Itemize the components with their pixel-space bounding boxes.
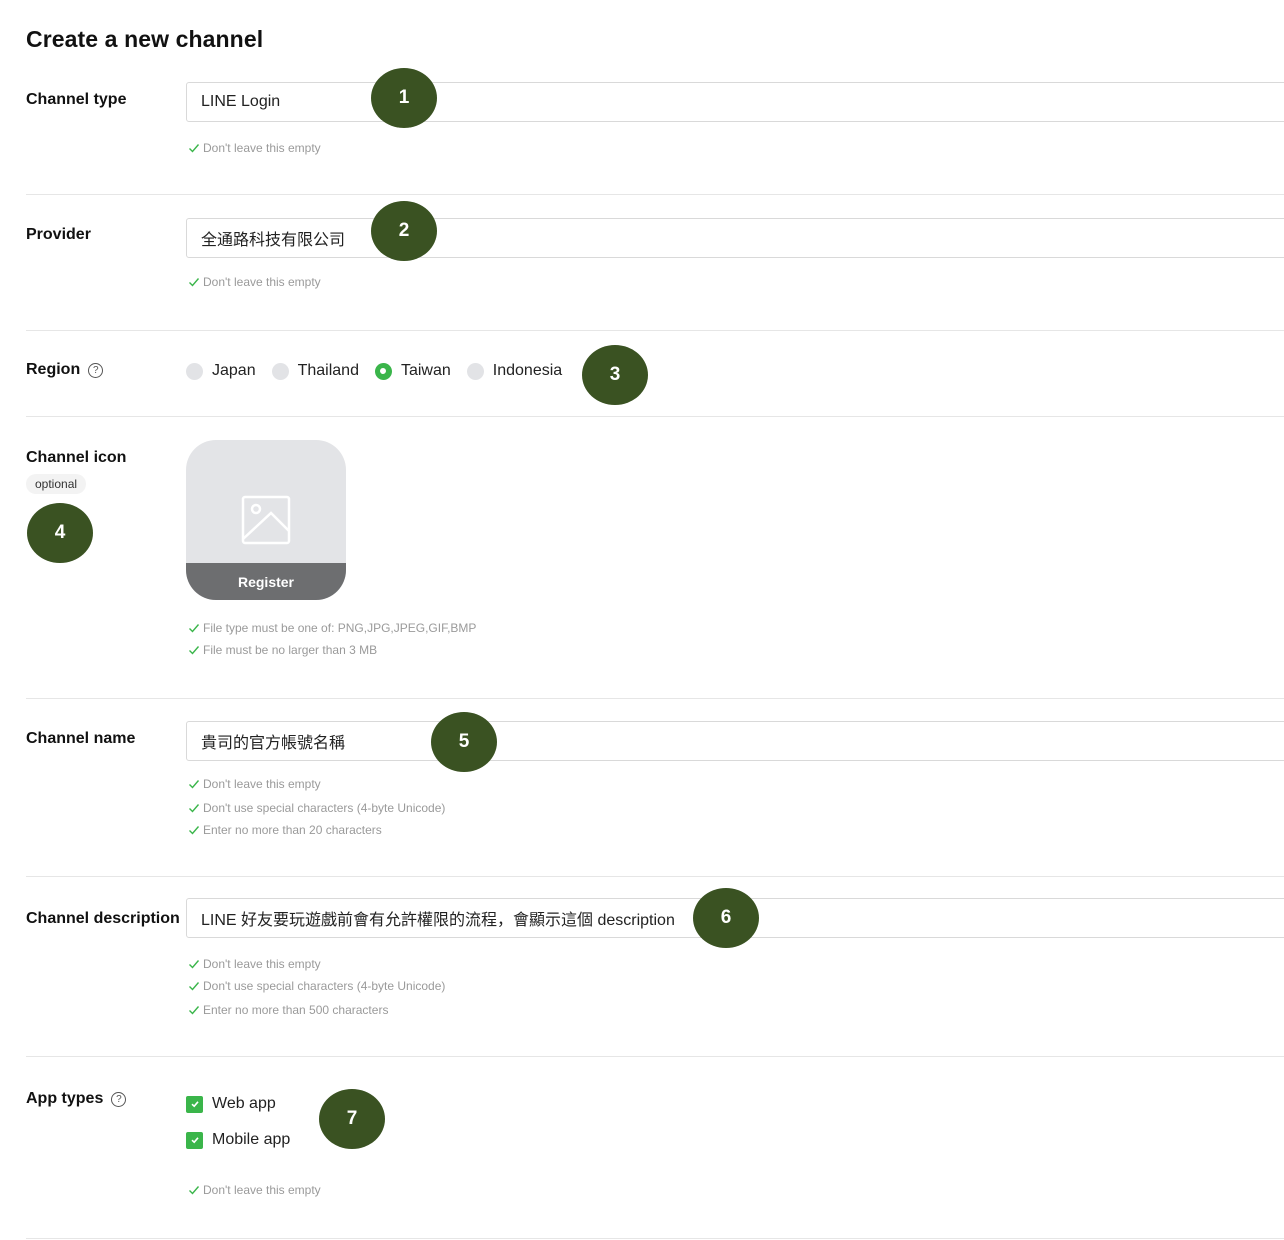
app-types-label: App types ? (26, 1090, 127, 1108)
checkmark-icon (190, 1101, 199, 1108)
channel-icon-label: Channel icon (26, 449, 126, 467)
region-option-thailand[interactable]: Thailand (271, 362, 359, 380)
check-icon (189, 982, 200, 991)
divider (26, 416, 1284, 417)
annotation-marker-5: 5 (431, 712, 497, 772)
region-label: Region ? (26, 361, 104, 379)
channel-description-value: LINE 好友要玩遊戲前會有允許權限的流程，會顯示這個 description (201, 912, 675, 929)
channel-description-hint-1: Don't use special characters (4-byte Uni… (188, 979, 445, 993)
annotation-marker-1: 1 (371, 68, 437, 128)
radio-button-selected[interactable] (374, 362, 392, 380)
channel-type-value: LINE Login (201, 93, 281, 110)
checkbox-label: Web app (212, 1095, 276, 1112)
check-icon (189, 960, 200, 969)
region-option-japan[interactable]: Japan (186, 362, 256, 380)
provider-label: Provider (26, 226, 91, 244)
provider-label-text: Provider (26, 226, 91, 243)
checkbox-checked[interactable] (186, 1131, 203, 1149)
app-type-mobile-app[interactable]: Mobile app (186, 1131, 290, 1149)
radio-button[interactable] (466, 362, 484, 380)
provider-value: 全通路科技有限公司 (201, 232, 346, 249)
hint-text: Don't use special characters (4-byte Uni… (203, 979, 446, 993)
checkbox-label: Mobile app (212, 1131, 291, 1148)
check-icon (189, 624, 200, 633)
check-icon (189, 780, 200, 789)
divider (26, 876, 1284, 877)
channel-name-label: Channel name (26, 730, 135, 748)
help-icon[interactable]: ? (111, 1091, 127, 1107)
radio-label: Indonesia (492, 362, 563, 379)
channel-name-field[interactable]: 貴司的官方帳號名稱 (186, 721, 1284, 761)
page-title: Create a new channel (26, 26, 264, 52)
app-types-label-text: App types (26, 1090, 104, 1107)
hint-text: Don't leave this empty (203, 777, 321, 791)
checkbox-checked[interactable] (186, 1095, 203, 1113)
provider-field[interactable]: 全通路科技有限公司 (186, 218, 1284, 258)
annotation-marker-7: 7 (319, 1089, 385, 1149)
register-button[interactable]: Register (186, 563, 346, 600)
annotation-marker-2: 2 (371, 201, 437, 261)
check-icon (189, 278, 200, 287)
hint-text: Don't use special characters (4-byte Uni… (203, 801, 446, 815)
radio-button[interactable] (186, 362, 203, 380)
channel-type-label: Channel type (26, 91, 126, 109)
check-icon (189, 1186, 200, 1195)
channel-type-label-text: Channel type (26, 91, 127, 108)
channel-description-hint-0: Don't leave this empty (188, 957, 321, 971)
channel-type-field[interactable]: LINE Login (186, 82, 1284, 122)
divider (26, 1056, 1284, 1057)
check-icon (189, 804, 200, 813)
check-icon (189, 1006, 200, 1015)
optional-badge: optional (26, 474, 87, 494)
check-icon (189, 646, 200, 655)
channel-description-label: Channel description (26, 910, 180, 928)
app-type-web-app[interactable]: Web app (186, 1095, 276, 1113)
channel-name-label-text: Channel name (26, 730, 136, 747)
divider (26, 1238, 1284, 1239)
hint-text: Don't leave this empty (203, 957, 321, 971)
divider (26, 698, 1284, 699)
region-option-indonesia[interactable]: Indonesia (466, 362, 563, 380)
channel-type-hint-0: Don't leave this empty (188, 141, 321, 155)
radio-button[interactable] (271, 362, 289, 380)
hint-text: Don't leave this empty (203, 1183, 321, 1197)
channel-name-hint-2: Enter no more than 20 characters (188, 823, 382, 837)
help-icon[interactable]: ? (88, 362, 104, 378)
check-icon (189, 826, 200, 835)
divider (26, 330, 1284, 331)
channel-icon-label-text: Channel icon (26, 449, 127, 466)
image-icon (241, 495, 291, 545)
channel-name-hint-1: Don't use special characters (4-byte Uni… (188, 801, 445, 815)
channel-description-hint-2: Enter no more than 500 characters (188, 1003, 388, 1017)
radio-label: Japan (212, 362, 256, 379)
annotation-marker-6: 6 (693, 888, 759, 948)
hint-text: Don't leave this empty (203, 141, 321, 155)
channel-description-label-text: Channel description (26, 910, 180, 927)
hint-text: Enter no more than 500 characters (203, 1003, 389, 1017)
channel-name-hint-0: Don't leave this empty (188, 777, 321, 791)
region-radio-group: Japan Thailand Taiwan Indonesia (186, 360, 578, 382)
radio-label: Thailand (297, 362, 359, 379)
checkmark-icon (190, 1137, 199, 1144)
channel-icon-hint-1: File must be no larger than 3 MB (188, 643, 377, 657)
app-types-hint-0: Don't leave this empty (188, 1183, 321, 1197)
hint-text: File type must be one of: PNG,JPG,JPEG,G… (203, 621, 477, 635)
radio-label: Taiwan (400, 362, 451, 379)
check-icon (189, 144, 200, 153)
annotation-marker-3: 3 (582, 345, 648, 405)
channel-icon-hint-0: File type must be one of: PNG,JPG,JPEG,G… (188, 621, 476, 635)
provider-hint-0: Don't leave this empty (188, 275, 321, 289)
hint-text: Enter no more than 20 characters (203, 823, 382, 837)
divider (26, 194, 1284, 195)
hint-text: Don't leave this empty (203, 275, 321, 289)
region-label-text: Region (26, 361, 81, 378)
channel-icon-uploader[interactable]: Register (186, 440, 346, 600)
hint-text: File must be no larger than 3 MB (203, 643, 378, 657)
region-option-taiwan[interactable]: Taiwan (374, 362, 451, 380)
channel-name-value: 貴司的官方帳號名稱 (201, 735, 346, 752)
annotation-marker-4: 4 (27, 503, 93, 563)
